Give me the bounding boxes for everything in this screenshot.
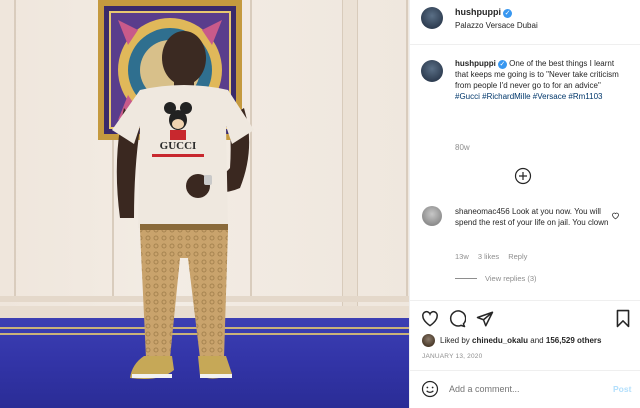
comment-likes[interactable]: 3 likes — [478, 252, 499, 261]
liked-by-user[interactable]: chinedu_okalu — [472, 336, 528, 345]
comment-icon[interactable] — [448, 310, 466, 328]
post-header: hushpuppi ✓ Palazzo Versace Dubai — [410, 0, 640, 44]
wall-panel-far-right — [356, 0, 408, 302]
heart-small-icon[interactable] — [611, 211, 620, 220]
caption-age: 80w — [455, 143, 470, 152]
divider — [410, 44, 640, 45]
wall-panel-right — [250, 0, 346, 302]
add-comment-bar: Post — [410, 371, 640, 408]
post-sidebar: hushpuppi ✓ Palazzo Versace Dubai hushpup… — [409, 0, 640, 408]
verified-badge-icon: ✓ — [497, 60, 507, 69]
verified-badge-icon: ✓ — [503, 9, 512, 18]
caption-hashtags[interactable]: #Gucci #RichardMille #Versace #Rm1103 — [455, 91, 627, 102]
shirt-logo-text: GUCCI — [160, 140, 197, 152]
action-bar — [410, 306, 640, 332]
header-username[interactable]: hushpuppi — [455, 7, 501, 17]
avatar[interactable] — [421, 7, 443, 29]
divider — [410, 300, 640, 301]
liked-by-prefix: Liked by — [440, 336, 470, 345]
heart-icon[interactable] — [421, 310, 439, 327]
bookmark-icon[interactable] — [615, 309, 631, 328]
plus-circle-icon[interactable] — [514, 167, 532, 185]
comment-input[interactable] — [449, 381, 599, 397]
reply-button[interactable]: Reply — [508, 252, 527, 261]
avatar[interactable] — [422, 206, 442, 226]
emoji-icon[interactable] — [421, 380, 439, 398]
wall-column — [342, 0, 358, 310]
location-link[interactable]: Palazzo Versace Dubai — [455, 21, 538, 31]
likes-count[interactable]: 156,529 others — [546, 336, 602, 345]
post-date: JANUARY 13, 2020 — [422, 353, 483, 360]
comment-username[interactable]: shaneomac456 — [455, 207, 510, 216]
avatar[interactable] — [422, 334, 435, 347]
post-photo[interactable]: GUCCI — [0, 0, 409, 408]
post-button[interactable]: Post — [613, 384, 631, 394]
likes-and: and — [530, 336, 544, 345]
comment-age: 13w — [455, 252, 469, 261]
view-replies-button[interactable]: View replies (3) — [485, 274, 537, 283]
view-replies-line — [455, 278, 477, 279]
likes-row: Liked by chinedu_okalu and 156,529 other… — [410, 334, 640, 348]
avatar[interactable] — [421, 60, 443, 82]
person-figure: GUCCI — [112, 31, 254, 379]
caption-username[interactable]: hushpuppi — [455, 59, 496, 68]
send-icon[interactable] — [476, 310, 494, 328]
